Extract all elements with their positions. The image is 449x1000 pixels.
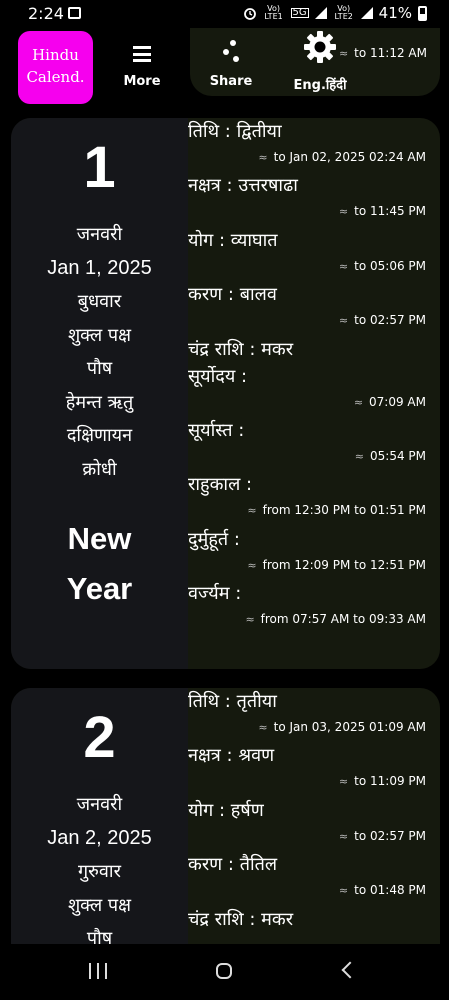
toolbar: ≈ to 11:12 AM Hindu Calend. More Share E… xyxy=(0,28,449,106)
detail-tithi: तिथि : तृतीया ≈ to Jan 03, 2025 01:09 AM xyxy=(188,691,426,734)
sim2-label: Vo) LTE2 xyxy=(334,4,353,21)
hindi-month: जनवरी xyxy=(76,224,123,245)
detail-durmuhurt: दुर्मुहूर्त : ≈ from 12:09 PM to 12:51 PM xyxy=(188,528,426,572)
share-label: Share xyxy=(209,74,253,89)
day-number: 2 xyxy=(83,705,116,770)
app-logo-button[interactable]: Hindu Calend. xyxy=(18,31,93,104)
panchang-details: तिथि : तृतीया ≈ to Jan 03, 2025 01:09 AM न… xyxy=(188,688,440,960)
recent-apps-button[interactable] xyxy=(89,963,107,979)
gregorian-date: Jan 1, 2025 xyxy=(47,256,152,279)
detail-nakshatra: नक्षत्र : उत्तरषाढा ≈ to 11:45 PM xyxy=(188,175,426,219)
detail-yoga: योग : हर्षण ≈ to 02:57 PM xyxy=(188,799,426,843)
network-label: 5G xyxy=(290,7,309,18)
weekday: गुरुवार xyxy=(78,861,121,882)
detail-sunrise: सूर्योदय : ≈07:09 AM xyxy=(188,365,426,409)
day-summary: 1 जनवरी Jan 1, 2025 बुधवार शुक्ल पक्ष पौ… xyxy=(11,118,188,669)
festival-name: New Year xyxy=(11,514,188,614)
battery-percent: 41% xyxy=(378,4,412,22)
share-button[interactable]: Share xyxy=(186,38,276,89)
festival-line-2: Year xyxy=(66,571,133,606)
day-info: जनवरी Jan 2, 2025 गुरुवार शुक्ल पक्ष पौष xyxy=(11,788,188,956)
more-label: More xyxy=(123,74,161,89)
logo-line-2: Calend. xyxy=(26,68,85,86)
weekday: बुधवार xyxy=(77,291,122,312)
detail-tithi: तिथि : द्वितीया ≈ to Jan 02, 2025 02:24 AM xyxy=(188,121,426,164)
festival-line-1: New xyxy=(67,521,132,556)
image-notification-icon xyxy=(68,7,81,19)
gear-icon xyxy=(304,31,336,63)
ayana: दक्षिणायन xyxy=(66,425,133,446)
status-icons: Vo) LTE1 5G Vo) LTE2 41% xyxy=(243,4,427,22)
detail-nakshatra: नक्षत्र : श्रवण ≈ to 11:09 PM xyxy=(188,745,426,789)
masa: पौष xyxy=(86,358,113,379)
detail-varjyam: वर्ज्यम : ≈ from 07:57 AM to 09:33 AM xyxy=(188,583,426,627)
signal-2-icon xyxy=(360,7,373,19)
day-card-1[interactable]: 1 जनवरी Jan 1, 2025 बुधवार शुक्ल पक्ष पौ… xyxy=(11,118,440,669)
language-settings-button[interactable]: Eng.हिंदी xyxy=(275,31,365,93)
day-card-2[interactable]: 2 जनवरी Jan 2, 2025 गुरुवार शुक्ल पक्ष प… xyxy=(11,688,440,988)
samvat: क्रोधी xyxy=(82,458,117,480)
panchang-details: तिथि : द्वितीया ≈ to Jan 02, 2025 02:24 AM… xyxy=(188,118,440,635)
system-navigation-bar xyxy=(0,944,449,1000)
share-icon xyxy=(221,40,241,62)
gregorian-date: Jan 2, 2025 xyxy=(47,826,152,849)
menu-icon xyxy=(133,46,151,62)
ritu: हेमन्त ऋतु xyxy=(65,391,134,413)
paksha: शुक्ल पक्ष xyxy=(67,324,132,346)
detail-karana: करण : तैतिल ≈ to 01:48 PM xyxy=(188,854,426,898)
status-time: 2:24 xyxy=(28,4,64,23)
alarm-icon xyxy=(243,8,256,20)
hindi-month: जनवरी xyxy=(76,794,123,815)
detail-rahukaal: राहुकाल : ≈ from 12:30 PM to 01:51 PM xyxy=(188,474,426,518)
back-button[interactable] xyxy=(341,961,359,979)
detail-moon-sign: चंद्र राशि : मकर xyxy=(188,338,294,360)
battery-icon xyxy=(418,5,427,21)
day-number: 1 xyxy=(83,135,116,200)
signal-icon xyxy=(314,7,327,19)
home-button[interactable] xyxy=(216,963,232,979)
language-label: Eng.हिंदी xyxy=(293,78,347,93)
day-summary: 2 जनवरी Jan 2, 2025 गुरुवार शुक्ल पक्ष प… xyxy=(11,688,188,988)
day-info: जनवरी Jan 1, 2025 बुधवार शुक्ल पक्ष पौष … xyxy=(11,218,188,486)
detail-yoga: योग : व्याघात ≈ to 05:06 PM xyxy=(188,229,426,273)
more-button[interactable]: More xyxy=(97,38,187,89)
logo-line-1: Hindu xyxy=(32,46,79,64)
detail-sunset: सूर्यास्त : ≈05:54 PM xyxy=(188,419,426,463)
detail-karana: करण : बालव ≈ to 02:57 PM xyxy=(188,284,426,328)
status-bar: 2:24 Vo) LTE1 5G Vo) LTE2 41% xyxy=(0,0,449,28)
paksha: शुक्ल पक्ष xyxy=(67,894,132,916)
sim1-label: Vo) LTE1 xyxy=(264,4,283,21)
